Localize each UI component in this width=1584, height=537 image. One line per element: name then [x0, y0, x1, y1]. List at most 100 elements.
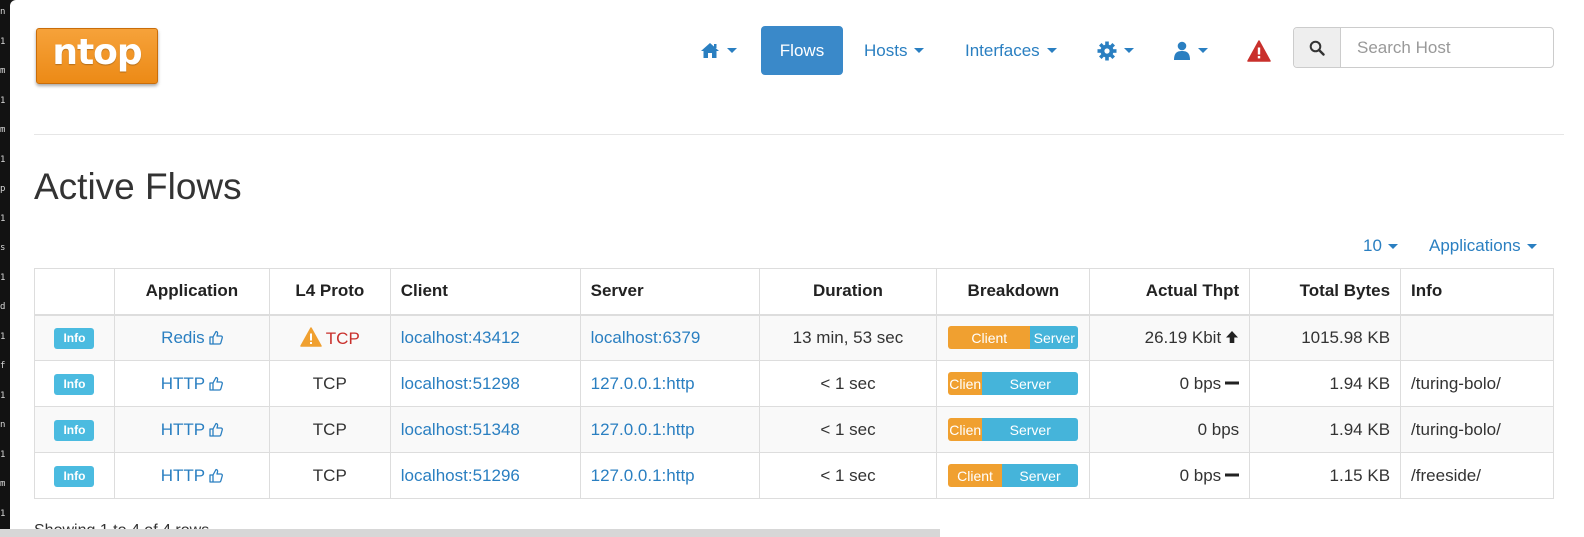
server-host-link[interactable]: 127.0.0.1 — [591, 466, 662, 485]
column-header[interactable]: Info — [1400, 268, 1554, 316]
info-text-cell — [1400, 314, 1554, 361]
column-header[interactable]: Breakdown — [936, 268, 1091, 316]
column-header[interactable]: Application — [113, 268, 270, 316]
search-button[interactable] — [1294, 28, 1341, 67]
client-cell: localhost:43412 — [389, 314, 581, 361]
breakdown-server-segment: Server — [1001, 464, 1079, 487]
client-port-link[interactable]: :51298 — [468, 374, 520, 393]
client-port-link[interactable]: :51296 — [468, 466, 520, 485]
client-host-link[interactable]: localhost — [401, 374, 468, 393]
flow-info: /turing-bolo/ — [1411, 373, 1501, 393]
nav-home-menu[interactable] — [700, 26, 737, 75]
info-button[interactable]: Info — [54, 327, 95, 349]
terminal-glyph: d — [0, 302, 6, 312]
chevron-down-icon — [1046, 48, 1057, 53]
throughput: 0 bps — [1179, 373, 1222, 393]
client-port-link[interactable]: :43412 — [468, 328, 520, 347]
chevron-down-icon — [727, 48, 737, 53]
home-icon — [701, 43, 719, 58]
l4-proto-cell: TCP — [268, 406, 391, 453]
applications-filter-label: Applications — [1429, 236, 1521, 255]
server-cell: 127.0.0.1:http — [579, 452, 760, 499]
total-bytes-cell: 1.94 KB — [1249, 406, 1402, 453]
nav-hosts-menu[interactable]: Hosts — [864, 26, 925, 75]
duration: 13 min, 53 sec — [792, 327, 904, 347]
client-host-link[interactable]: localhost — [401, 328, 468, 347]
info-cell: Info — [34, 452, 115, 499]
server-host-link[interactable]: 127.0.0.1 — [591, 374, 662, 393]
nav-settings-menu[interactable] — [1097, 26, 1134, 75]
client-host-link[interactable]: localhost — [401, 466, 468, 485]
active-flows-table: Application L4 Proto Client Server Durat… — [34, 268, 1554, 499]
terminal-strip: n 1 m 1 m 1 p 1 s 1 d 1 f 1 n 1 m 1 — [0, 0, 10, 537]
application-cell: HTTP — [113, 406, 270, 453]
client-host-link[interactable]: localhost — [401, 420, 468, 439]
column-header[interactable]: Client — [389, 268, 581, 316]
throughput-cell: 0 bps — [1089, 360, 1251, 407]
application-link[interactable]: Redis — [161, 328, 204, 347]
horizontal-scrollbar[interactable] — [0, 529, 940, 537]
table-header-row: Application L4 Proto Client Server Durat… — [34, 268, 1554, 316]
warning-icon — [1247, 39, 1271, 62]
dash-icon — [1225, 381, 1240, 384]
application-link[interactable]: HTTP — [161, 420, 205, 439]
info-button[interactable]: Info — [54, 373, 95, 395]
terminal-glyph: 1 — [0, 95, 6, 106]
rows-per-page-value: 10 — [1363, 236, 1382, 255]
search-icon — [1309, 40, 1325, 56]
arrow-up-icon — [1226, 330, 1239, 343]
breakdown-server-segment: Server — [1030, 326, 1079, 350]
terminal-glyph: n — [0, 420, 6, 430]
server-port-link[interactable]: :http — [662, 374, 695, 393]
nav-alerts[interactable] — [1247, 26, 1271, 75]
header-divider — [34, 134, 1564, 135]
column-header[interactable] — [34, 268, 115, 316]
application-link[interactable]: HTTP — [161, 466, 205, 485]
warning-icon — [300, 327, 322, 347]
total-bytes-cell: 1.94 KB — [1249, 360, 1402, 407]
nav-flows[interactable]: Flows — [761, 26, 843, 75]
total-bytes: 1.15 KB — [1329, 465, 1391, 485]
dash-icon — [1225, 473, 1240, 476]
info-button[interactable]: Info — [54, 419, 95, 441]
column-header[interactable]: Duration — [758, 268, 938, 316]
applications-filter-dropdown[interactable]: Applications — [1429, 236, 1537, 256]
client-cell: localhost:51298 — [389, 360, 581, 407]
server-port-link[interactable]: :6379 — [658, 328, 701, 347]
column-header[interactable]: L4 Proto — [268, 268, 391, 316]
server-host-link[interactable]: 127.0.0.1 — [591, 420, 662, 439]
nav-interfaces-menu[interactable]: Interfaces — [965, 26, 1057, 75]
nav-user-menu[interactable] — [1173, 26, 1208, 75]
breakdown-cell: Clien Server — [936, 406, 1091, 453]
server-cell: localhost:6379 — [579, 314, 760, 361]
server-cell: 127.0.0.1:http — [579, 406, 760, 453]
terminal-glyph: 1 — [0, 154, 6, 165]
server-host-link[interactable]: localhost — [591, 328, 658, 347]
terminal-glyph: 1 — [0, 449, 6, 460]
rows-per-page-dropdown[interactable]: 10 — [1363, 236, 1398, 256]
breakdown-cell: Client Server — [936, 314, 1091, 361]
l4-proto-cell: TCP — [268, 452, 391, 499]
ntop-logo[interactable]: ntop — [36, 28, 158, 84]
throughput: 0 bps — [1197, 419, 1240, 439]
breakdown-client-segment: Client — [948, 464, 1002, 487]
column-header[interactable]: Server — [579, 268, 760, 316]
throughput-cell: 0 bps — [1089, 452, 1251, 499]
terminal-glyph: f — [0, 361, 6, 371]
total-bytes: 1.94 KB — [1329, 419, 1391, 439]
column-header[interactable]: Actual Thpt — [1089, 268, 1251, 316]
terminal-glyph: s — [0, 243, 6, 253]
client-port-link[interactable]: :51348 — [468, 420, 520, 439]
application-cell: Redis — [113, 314, 270, 361]
server-port-link[interactable]: :http — [662, 420, 695, 439]
search-input[interactable] — [1342, 28, 1552, 67]
application-link[interactable]: HTTP — [161, 374, 205, 393]
table-row: Info HTTP TCP localhost:51296 127.0.0.1:http… — [34, 452, 1554, 499]
column-header[interactable]: Total Bytes — [1249, 268, 1402, 316]
total-bytes: 1015.98 KB — [1301, 327, 1391, 347]
info-button[interactable]: Info — [54, 465, 95, 487]
nav-interfaces-label: Interfaces — [965, 40, 1040, 60]
chevron-down-icon — [914, 48, 925, 53]
server-port-link[interactable]: :http — [662, 466, 695, 485]
application-cell: HTTP — [113, 360, 270, 407]
